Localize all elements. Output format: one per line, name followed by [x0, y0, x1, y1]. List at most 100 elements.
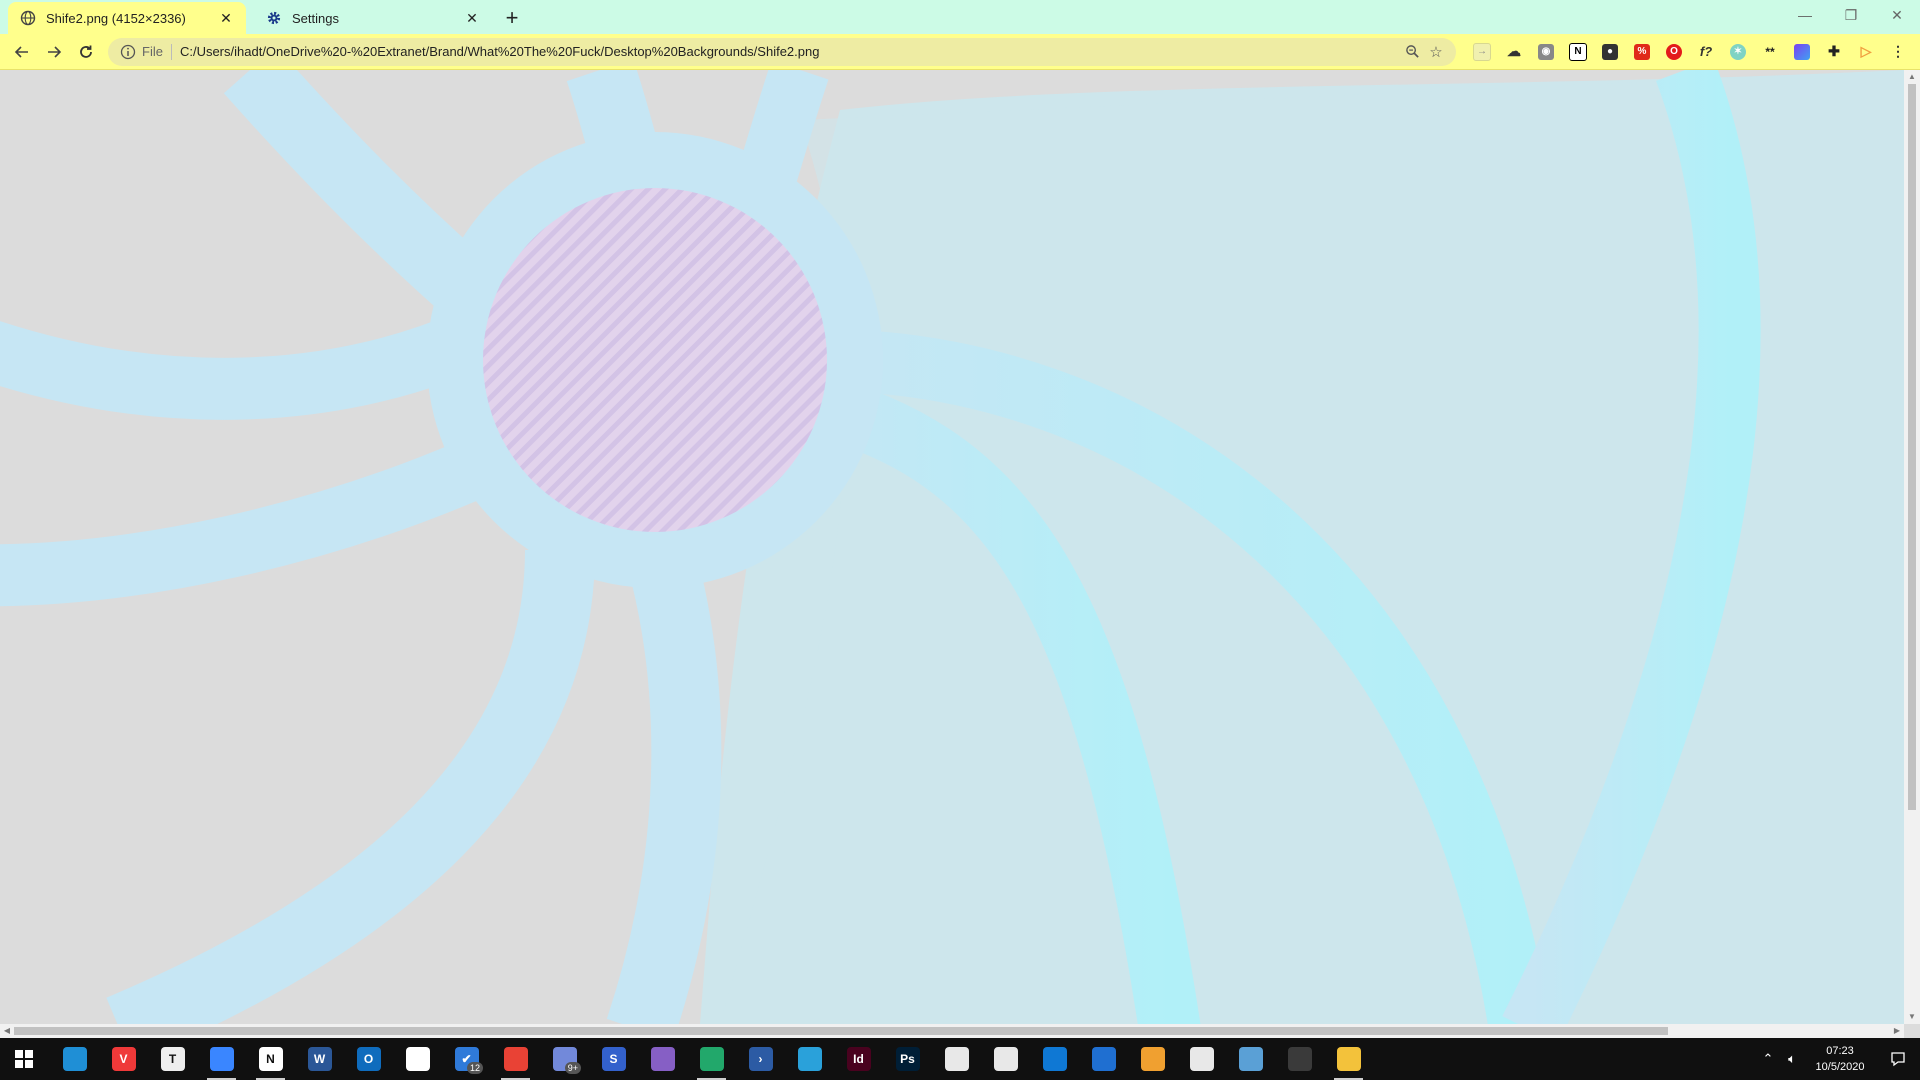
taskbar-app[interactable]: ✔ 12 — [442, 1038, 491, 1080]
clock[interactable]: 07:23 10/5/2020 — [1804, 1043, 1876, 1075]
new-tab-button[interactable]: + — [498, 4, 526, 32]
more-icon[interactable]: ⋮ — [1882, 36, 1914, 68]
star-icon[interactable]: ☆ — [1424, 40, 1448, 64]
taskbar-apps: V T N W O ✔ 12 9+ S › Id Ps — [50, 1038, 1373, 1080]
notification-badge: 9+ — [564, 1062, 581, 1074]
taskbar-app[interactable] — [1030, 1038, 1079, 1080]
taskbar-app[interactable]: Ps — [883, 1038, 932, 1080]
function-icon[interactable]: f? — [1690, 36, 1722, 68]
taskbar-app[interactable]: › — [736, 1038, 785, 1080]
taskbar-app[interactable] — [1226, 1038, 1275, 1080]
compass-icon — [944, 1047, 969, 1071]
bitwarden-icon — [405, 1047, 430, 1071]
clock-date: 10/5/2020 — [1815, 1061, 1865, 1073]
volume-icon[interactable]: 🔈︎ — [1780, 1038, 1804, 1080]
zoom-icon[interactable] — [1400, 40, 1424, 64]
file-explorer-icon — [1336, 1047, 1361, 1071]
share-icon[interactable]: → — [1466, 36, 1498, 68]
forward-arrow-icon — [48, 45, 62, 58]
mail-icon — [1091, 1047, 1116, 1071]
taskbar-app[interactable]: S — [589, 1038, 638, 1080]
taskbar-app[interactable] — [932, 1038, 981, 1080]
taskbar-app[interactable]: Id — [834, 1038, 883, 1080]
send-icon[interactable]: ▷ — [1850, 36, 1882, 68]
taskbar-app[interactable] — [638, 1038, 687, 1080]
taskbar-app[interactable]: V — [99, 1038, 148, 1080]
taskbar-app[interactable] — [1128, 1038, 1177, 1080]
scroll-right-icon[interactable]: ▶ — [1890, 1024, 1904, 1038]
info-icon[interactable] — [120, 44, 136, 60]
system-tray: ⌃ 🔈︎ 07:23 10/5/2020 — [1756, 1038, 1920, 1080]
close-window-icon[interactable]: ✕ — [1874, 0, 1920, 30]
taskbar-app[interactable] — [1079, 1038, 1128, 1080]
taskbar-app[interactable]: O — [344, 1038, 393, 1080]
chevron-up-icon[interactable]: ⌃ — [1756, 1038, 1780, 1080]
divider — [170, 43, 172, 60]
scrollbar-corner — [1904, 1024, 1920, 1038]
taskbar-app[interactable]: N — [246, 1038, 295, 1080]
notion-icon[interactable]: N — [1562, 36, 1594, 68]
close-tab-icon[interactable]: ✕ — [464, 10, 480, 26]
taskbar-app[interactable] — [491, 1038, 540, 1080]
restore-icon[interactable]: ❐ — [1828, 0, 1874, 30]
onedrive-icon — [1042, 1047, 1067, 1071]
vertical-scrollbar[interactable]: ▲ ▼ — [1904, 70, 1920, 1024]
back-arrow-icon — [14, 45, 28, 58]
taskbar-app[interactable] — [785, 1038, 834, 1080]
taskbar-app[interactable] — [687, 1038, 736, 1080]
clock-time: 07:23 — [1826, 1045, 1854, 1057]
edge-dev-icon — [62, 1047, 87, 1071]
url-text[interactable]: C:/Users/ihadt/OneDrive%20-%20Extranet/B… — [180, 44, 1400, 59]
start-button[interactable] — [0, 1038, 48, 1080]
vscode-icon — [699, 1047, 724, 1071]
photoshop-icon: Ps — [895, 1047, 920, 1071]
taskbar-app[interactable] — [1275, 1038, 1324, 1080]
typora-icon: T — [160, 1047, 185, 1071]
reload-button[interactable] — [70, 36, 102, 68]
browser-toolbar: File C:/Users/ihadt/OneDrive%20-%20Extra… — [0, 34, 1920, 70]
scroll-thumb[interactable] — [1908, 84, 1916, 810]
taskbar-app[interactable] — [981, 1038, 1030, 1080]
address-bar[interactable]: File C:/Users/ihadt/OneDrive%20-%20Extra… — [108, 37, 1456, 66]
taskbar-app[interactable] — [1177, 1038, 1226, 1080]
slack-icon — [1189, 1047, 1214, 1071]
tab-title: Settings — [292, 10, 339, 26]
close-tab-icon[interactable]: ✕ — [218, 10, 234, 26]
horizontal-scrollbar[interactable]: ◀ ▶ — [0, 1024, 1904, 1038]
taskbar-app[interactable]: 9+ — [540, 1038, 589, 1080]
wallpaper-image — [0, 70, 1904, 1024]
group-icon[interactable]: ● — [1594, 36, 1626, 68]
notification-badge: 12 — [466, 1062, 483, 1074]
terminal-icon — [1287, 1047, 1312, 1071]
taskbar-app[interactable] — [1324, 1038, 1373, 1080]
opera-icon[interactable]: O — [1658, 36, 1690, 68]
taskbar-app[interactable]: W — [295, 1038, 344, 1080]
tab-image[interactable]: Shife2.png (4152×2336) ✕ — [8, 2, 246, 34]
scroll-thumb[interactable] — [14, 1027, 1668, 1035]
percent-icon[interactable]: % — [1626, 36, 1658, 68]
puzzle-icon[interactable]: ✚ — [1818, 36, 1850, 68]
chrome-icon — [503, 1047, 528, 1071]
vivaldi-icon: V — [111, 1047, 136, 1071]
powershell-icon: › — [748, 1047, 773, 1071]
taskbar-app[interactable] — [50, 1038, 99, 1080]
asterisk-icon[interactable]: ** — [1754, 36, 1786, 68]
tab-settings[interactable]: Settings ✕ — [254, 2, 492, 34]
scroll-left-icon[interactable]: ◀ — [0, 1024, 14, 1038]
square-icon[interactable] — [1786, 36, 1818, 68]
taskbar-app[interactable]: T — [148, 1038, 197, 1080]
globe-icon[interactable]: ✶ — [1722, 36, 1754, 68]
scroll-up-icon[interactable]: ▲ — [1904, 70, 1920, 84]
scroll-down-icon[interactable]: ▼ — [1904, 1010, 1920, 1024]
forward-button[interactable] — [38, 36, 70, 68]
cloud-icon[interactable]: ☁ — [1498, 36, 1530, 68]
minimize-icon[interactable]: — — [1782, 0, 1828, 30]
taskbar-app[interactable] — [197, 1038, 246, 1080]
gear-icon — [267, 11, 281, 25]
reload-icon — [80, 45, 92, 58]
back-button[interactable] — [6, 36, 38, 68]
ball-icon — [1140, 1047, 1165, 1071]
taskbar-app[interactable] — [393, 1038, 442, 1080]
notification-button[interactable] — [1876, 1038, 1920, 1080]
camera-icon[interactable]: ◉ — [1530, 36, 1562, 68]
